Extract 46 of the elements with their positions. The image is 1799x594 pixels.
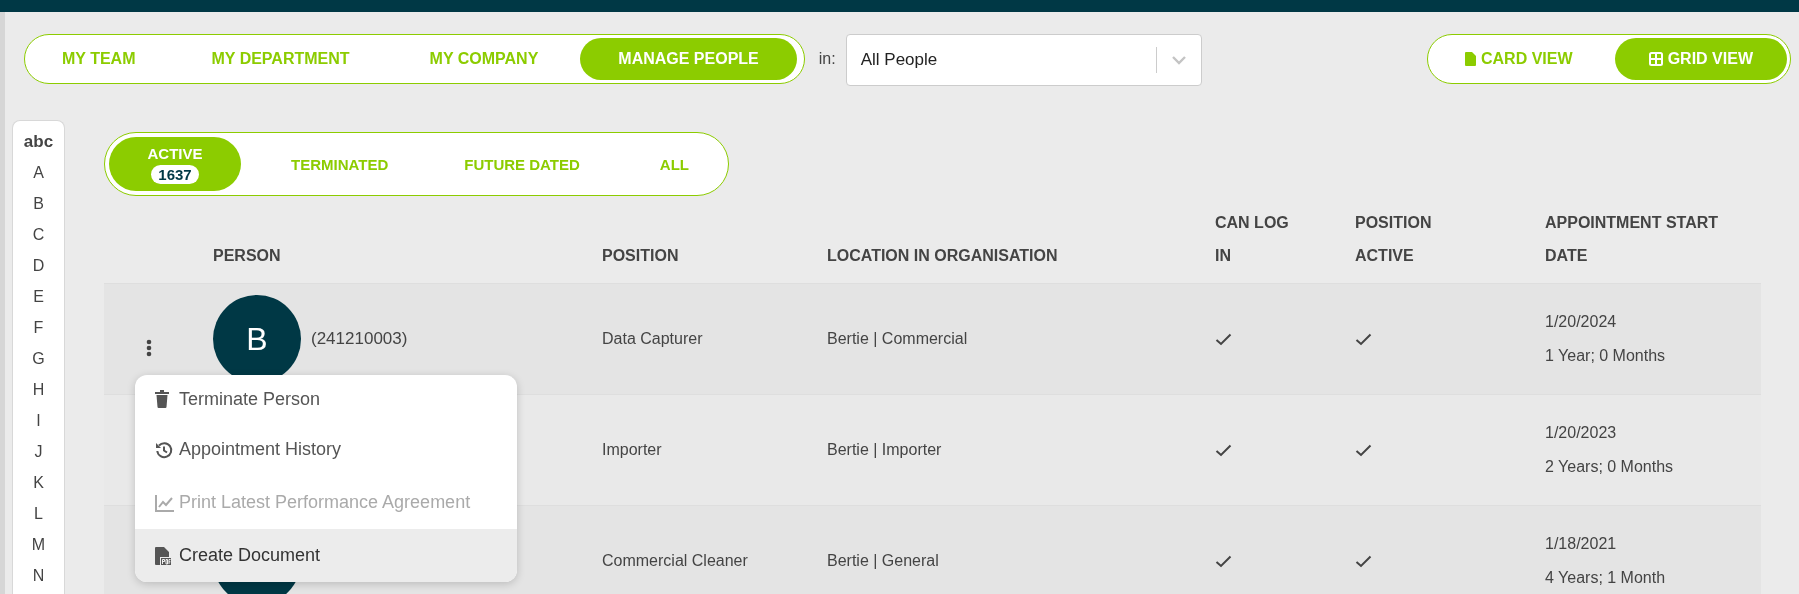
table-cell-text: Data Capturer (602, 329, 703, 349)
table-cell-text: Bertie | General (827, 551, 939, 571)
column-header: POSITION ACTIVE (1354, 213, 1433, 266)
table-cell-text: Importer (602, 440, 662, 460)
column-header: LOCATION IN ORGANISATION (826, 246, 1059, 266)
column-header: POSITION (601, 246, 680, 266)
person-id: (241210003) (311, 329, 408, 349)
letter-filter[interactable]: D (32, 250, 45, 281)
status-tab[interactable]: ACTIVE 1637 (109, 137, 242, 191)
letter-filter[interactable]: J (34, 436, 43, 467)
letter-filter[interactable]: G (32, 343, 45, 374)
menu-item[interactable]: Create Document (135, 529, 517, 582)
more-options-icon (146, 339, 152, 357)
letter-filter[interactable]: M (31, 529, 46, 560)
history-icon (155, 440, 175, 459)
chevron-down-icon (1170, 55, 1187, 65)
duration: 4 Years; 1 Month (1545, 568, 1666, 588)
letter-filter[interactable]: L (34, 498, 43, 529)
letter-filter[interactable]: N (32, 560, 45, 591)
table-cell-text: Bertie | Importer (827, 440, 942, 460)
line-chart-icon (155, 493, 175, 512)
menu-item[interactable]: Appointment History (135, 423, 517, 476)
letter-filter[interactable]: E (33, 281, 44, 312)
column-header: CAN LOG IN (1214, 213, 1290, 266)
letter-filter[interactable]: B (33, 188, 44, 219)
letter-filter[interactable]: A (33, 157, 44, 188)
letter-filter[interactable]: abc (23, 126, 54, 157)
start-date: 1/20/2023 (1545, 423, 1617, 443)
scope-label: in: (818, 50, 836, 68)
column-header: APPOINTMENT START DATE (1544, 213, 1720, 266)
table-cell-text: Commercial Cleaner (602, 551, 748, 571)
file-icon (1465, 52, 1476, 66)
letter-filter[interactable]: F (33, 312, 44, 343)
start-date: 1/18/2021 (1545, 534, 1617, 554)
letter-filter[interactable]: K (33, 467, 44, 498)
count-badge: 1637 (151, 164, 199, 184)
column-header: PERSON (212, 246, 282, 266)
letter-filter[interactable]: I (36, 405, 41, 436)
scope-dropdown[interactable]: All People (845, 34, 1202, 86)
table-cell-text: Bertie | Commercial (827, 329, 968, 349)
duration: 1 Year; 0 Months (1545, 346, 1666, 366)
grid-icon (1648, 52, 1663, 66)
letter-filter[interactable]: H (32, 374, 45, 405)
duration: 2 Years; 0 Months (1545, 457, 1674, 477)
start-date: 1/20/2024 (1545, 312, 1617, 332)
letter-filter[interactable]: C (32, 219, 45, 250)
